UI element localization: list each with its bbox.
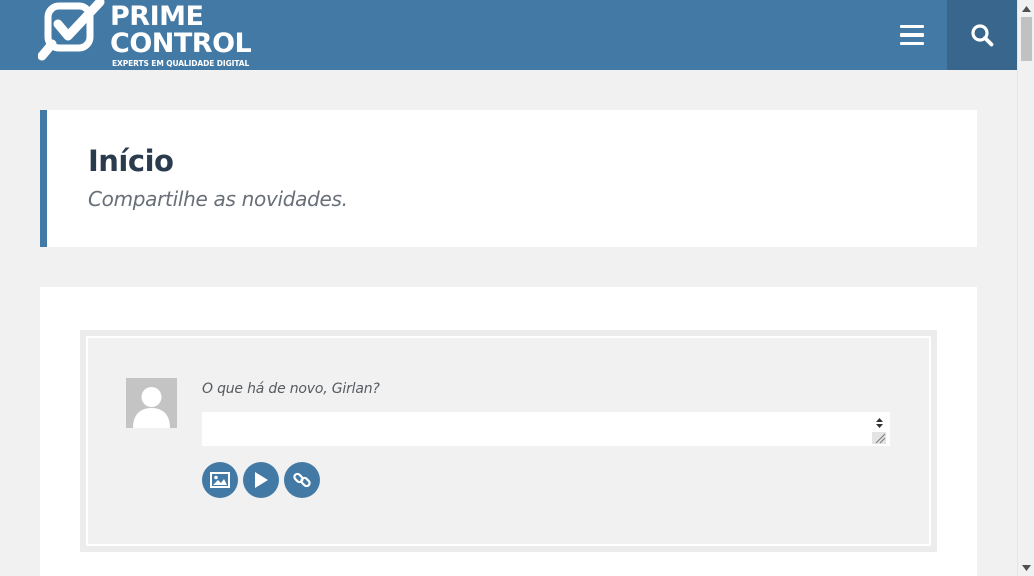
page-scrollbar[interactable]: [1017, 0, 1034, 576]
menu-button[interactable]: [890, 15, 934, 55]
add-image-button[interactable]: [202, 462, 238, 498]
add-video-button[interactable]: [243, 462, 279, 498]
logo-text-control: CONTROL: [110, 28, 252, 59]
site-header: PRIME CONTROL EXPERTS EM QUALIDADE DIGIT…: [0, 0, 1017, 70]
logo-tagline: EXPERTS EM QUALIDADE DIGITAL: [112, 59, 250, 68]
search-button[interactable]: [947, 0, 1017, 70]
scroll-up-arrow-icon[interactable]: [1018, 0, 1034, 17]
page-header-card: Início Compartilhe as novidades.: [40, 110, 977, 247]
add-link-button[interactable]: [284, 462, 320, 498]
logo-text-prime: PRIME: [110, 1, 204, 32]
link-icon: [293, 472, 311, 488]
scrollbar-thumb[interactable]: [1021, 17, 1032, 61]
resize-grip-icon[interactable]: [872, 432, 886, 444]
post-input[interactable]: [202, 412, 890, 446]
hamburger-menu-icon: [900, 24, 924, 29]
page-title: Início: [88, 144, 174, 178]
search-icon: [971, 24, 994, 47]
avatar[interactable]: [126, 378, 177, 428]
activity-card: O que há de novo, Girlan?: [40, 287, 977, 576]
scroll-down-arrow-icon[interactable]: [1018, 559, 1034, 576]
post-prompt: O que há de novo, Girlan?: [202, 381, 380, 397]
play-icon: [255, 472, 268, 488]
logo-check-icon: [38, 0, 105, 61]
image-icon: [210, 472, 230, 488]
post-form: O que há de novo, Girlan?: [80, 330, 937, 552]
site-logo[interactable]: PRIME CONTROL EXPERTS EM QUALIDADE DIGIT…: [38, 0, 252, 70]
user-avatar-icon: [133, 387, 170, 428]
page-subtitle: Compartilhe as novidades.: [88, 187, 348, 211]
input-scroll-arrows-icon[interactable]: [872, 416, 886, 430]
